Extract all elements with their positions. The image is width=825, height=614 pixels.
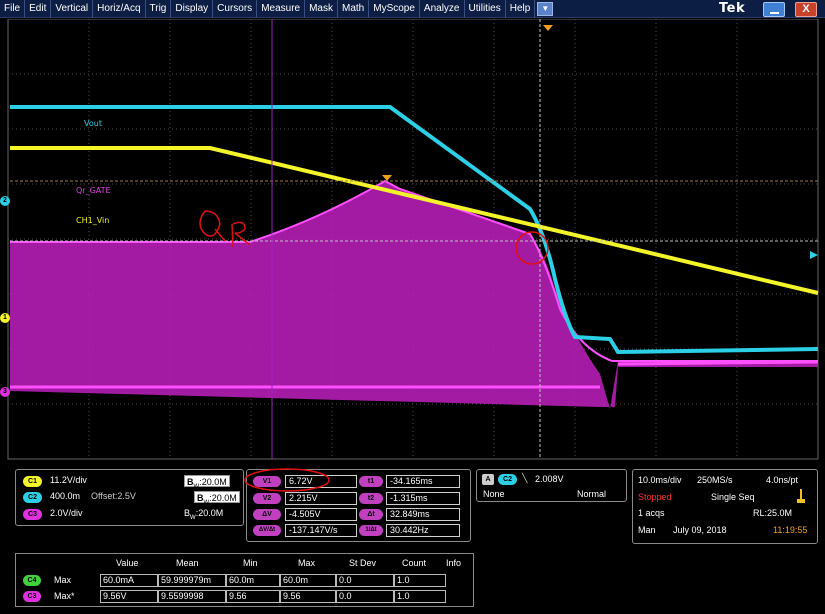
ch3-gate-bottom-right (617, 360, 819, 366)
meas-row2-value: 9.56V (100, 590, 158, 603)
meas-row1-name: Max (54, 575, 72, 585)
col-header-info: Info (446, 558, 462, 568)
menu-file[interactable]: File (0, 0, 26, 18)
vertical-panel: C1 11.2V/div BW:20.0M C2 400.0m Offset:2… (15, 469, 244, 526)
acq-mode: Single Seq (711, 492, 755, 502)
ch2-bw: BW:20.0M (194, 491, 240, 506)
trigger-type: Normal (577, 489, 607, 499)
ch3-scale: 2.0V/div (50, 508, 83, 518)
minimize-button[interactable] (763, 2, 785, 17)
ch1-marker[interactable]: 1 (0, 313, 10, 323)
cursor-t2-value: -1.315ms (386, 492, 460, 505)
ch3-bw: BW:20.0M (184, 508, 224, 521)
menu-cursors[interactable]: Cursors (213, 0, 258, 18)
cursor-dv-value: -4.505V (285, 508, 357, 521)
col-header-value: Value (116, 558, 139, 568)
menu-horiz-acq[interactable]: Horiz/Acq (93, 0, 146, 18)
record-length: RL:25.0M (753, 508, 793, 518)
annotation-v1-circle (244, 468, 330, 492)
menu-vertical[interactable]: Vertical (51, 0, 94, 18)
timebase: 10.0ms/div (638, 475, 682, 485)
col-header-max: Max (298, 558, 316, 568)
tek-logo: Tek (719, 1, 746, 16)
menu-myscope[interactable]: MyScope (369, 0, 420, 18)
col-header-count: Count (402, 558, 427, 568)
sample-rate: 250MS/s (697, 475, 733, 485)
annotation-qr-text: QR (222, 231, 231, 238)
acq-date: July 09, 2018 (673, 525, 727, 535)
menu-analyze[interactable]: Analyze (420, 0, 465, 18)
ch3-badge[interactable]: C3 (23, 509, 42, 520)
meas-row2-max: 9.56 (280, 590, 336, 603)
menu-trig[interactable]: Trig (146, 0, 172, 18)
col-header-mean: Mean (176, 558, 199, 568)
resolution: 4.0ns/pt (766, 475, 799, 485)
trigger-mode-badge: A (482, 474, 494, 485)
cursor-dvdt-badge: ΔV/Δt (253, 525, 281, 536)
meas-row1-max: 60.0m (280, 574, 336, 587)
ch1-bw: BW:20.0M (184, 475, 230, 490)
meas-row1-min: 60.0m (226, 574, 280, 587)
trigger-t-icon (797, 489, 805, 503)
waveform-display[interactable]: Vout Qr_GATE CH1_Vin QR 2 1 3 (0, 19, 825, 464)
menu-edit[interactable]: Edit (25, 0, 52, 18)
acq-status: Stopped (638, 492, 672, 502)
vout-label: Vout (84, 119, 102, 128)
measurement-table: Value Mean Min Max St Dev Count Info C4 … (15, 553, 474, 607)
cursor-t2-badge[interactable]: t2 (359, 493, 383, 504)
trigger-panel[interactable]: A C2 ╲ 2.008V None Normal (476, 469, 627, 502)
trigger-manual: Man (638, 525, 656, 535)
menu-help[interactable]: Help (506, 0, 536, 18)
meas-row2-name: Max* (54, 591, 75, 601)
cursor-dv-badge: ΔV (253, 509, 281, 520)
trigger-level: 2.008V (535, 474, 564, 484)
meas-row2-min: 9.56 (226, 590, 280, 603)
meas-row2-badge[interactable]: C3 (23, 591, 41, 602)
trigger-slope-icon: ╲ (522, 473, 528, 483)
meas-row1-mean: 59.999979m (158, 574, 226, 587)
menu-mask[interactable]: Mask (305, 0, 338, 18)
cursor-t1-badge[interactable]: t1 (359, 476, 383, 487)
ch2-scale: 400.0m (50, 491, 81, 501)
ch2-offset: Offset:2.5V (91, 491, 136, 501)
close-button[interactable]: X (795, 2, 817, 17)
ch1-badge[interactable]: C1 (23, 476, 42, 487)
meas-row1-count: 1.0 (394, 574, 446, 587)
ch2-marker[interactable]: 2 (0, 196, 10, 206)
menu-measure[interactable]: Measure (257, 0, 306, 18)
trigger-coupling: None (483, 489, 505, 499)
trigger-source-badge: C2 (498, 474, 517, 485)
meas-row2-mean: 9.5599998 (158, 590, 226, 603)
meas-row1-badge[interactable]: C4 (23, 575, 41, 586)
qr-gate-label: Qr_GATE (76, 186, 111, 195)
ch2-badge[interactable]: C2 (23, 492, 42, 503)
cursor-dt-badge: Δt (359, 509, 383, 520)
menu-dropdown-button[interactable]: ▼ (537, 1, 554, 16)
cursor-inv-dt-value: 30.442Hz (386, 524, 460, 537)
meas-row2-stdev: 0.0 (336, 590, 394, 603)
col-header-stdev: St Dev (349, 558, 377, 568)
ch1-scale: 11.2V/div (50, 475, 87, 485)
cursor-inv-dt-badge: 1/Δt (359, 525, 383, 536)
waveform-graticule (7, 19, 819, 460)
menu-math[interactable]: Math (338, 0, 370, 18)
cursor-dt-value: 32.849ms (386, 508, 460, 521)
col-header-min: Min (243, 558, 258, 568)
meas-row1-stdev: 0.0 (336, 574, 394, 587)
menu-display[interactable]: Display (171, 0, 214, 18)
menu-bar: File Edit Vertical Horiz/Acq Trig Display Curs… (0, 0, 825, 18)
menu-utilities[interactable]: Utilities (465, 0, 506, 18)
acq-count: 1 acqs (638, 508, 665, 518)
acq-time: 11:19:55 (773, 525, 808, 535)
meas-row1-value: 60.0mA (100, 574, 158, 587)
acquisition-panel[interactable]: 10.0ms/div 250MS/s 4.0ns/pt Stopped Sing… (632, 469, 818, 544)
cursor-dvdt-value: -137.147V/s (285, 524, 357, 537)
meas-row2-count: 1.0 (394, 590, 446, 603)
vin-label: CH1_Vin (76, 216, 110, 225)
cursor-t1-value: -34.165ms (386, 475, 460, 488)
ch3-marker[interactable]: 3 (0, 387, 10, 397)
